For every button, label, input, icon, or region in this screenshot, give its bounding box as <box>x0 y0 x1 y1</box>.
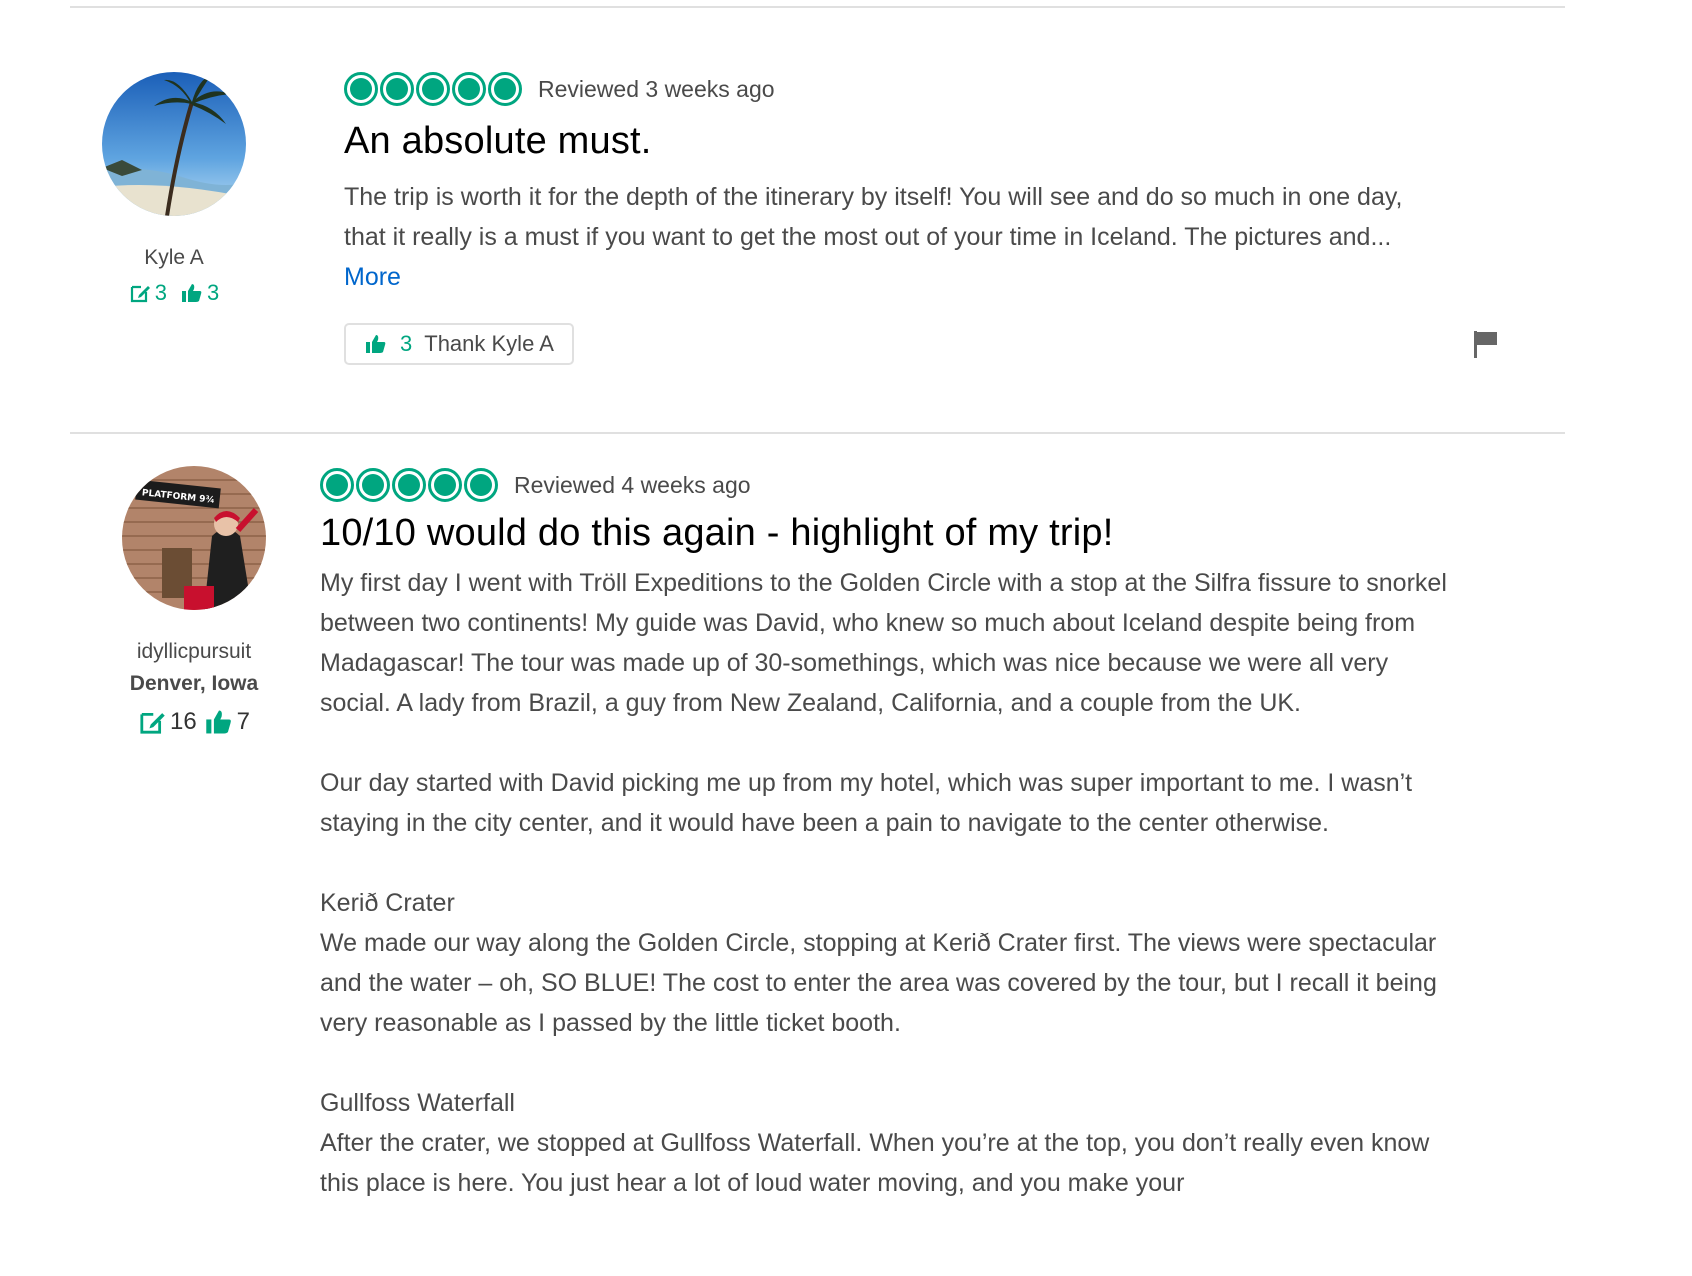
thank-count: 3 <box>400 331 413 356</box>
review-paragraph: Our day started with David picking me up… <box>320 769 1413 837</box>
helpful-votes-stat[interactable]: 7 <box>205 708 250 736</box>
reviewer-username[interactable]: idyllicpursuit <box>112 640 276 664</box>
avatar[interactable] <box>102 72 246 216</box>
helpful-votes-count: 3 <box>207 280 220 305</box>
review-date: Reviewed 3 weeks ago <box>538 75 775 102</box>
section-text: After the crater, we stopped at Gullfoss… <box>320 1129 1430 1197</box>
rating-bubble <box>380 72 414 106</box>
more-link[interactable]: More <box>344 263 401 291</box>
section-heading: Gullfoss Waterfall <box>320 1089 515 1117</box>
reviewer-profile: PLATFORM 9¾ idyllicpursuit Denver, Iowa <box>112 466 276 736</box>
review-meta: Reviewed 3 weeks ago <box>344 72 1424 106</box>
rating-bubble <box>416 72 450 106</box>
review-meta: Reviewed 4 weeks ago <box>320 468 1450 502</box>
rating-bubble <box>428 468 462 502</box>
section-paragraph: Gullfoss Waterfall After the crater, we … <box>320 1083 1450 1203</box>
helpful-votes-stat[interactable]: 3 <box>181 280 219 306</box>
divider <box>70 432 1565 434</box>
review-content: Reviewed 3 weeks ago An absolute must. T… <box>344 72 1424 365</box>
review-title[interactable]: 10/10 would do this again - highlight of… <box>320 512 1450 555</box>
review-date: Reviewed 4 weeks ago <box>514 471 751 498</box>
edit-review-icon <box>140 712 165 734</box>
thumbs-up-icon <box>182 284 202 302</box>
review-content: Reviewed 4 weeks ago 10/10 would do this… <box>320 468 1450 1203</box>
review-title[interactable]: An absolute must. <box>344 120 1424 163</box>
reviewer-profile: Kyle A 3 3 <box>102 72 246 306</box>
rating-bubble <box>488 72 522 106</box>
rating-bubble <box>392 468 426 502</box>
rating-bubble <box>344 72 378 106</box>
review-body-text: The trip is worth it for the depth of th… <box>344 183 1403 251</box>
contributions-stat[interactable]: 16 <box>138 708 197 736</box>
thumbs-up-icon <box>205 710 231 734</box>
contributions-stat[interactable]: 3 <box>129 280 167 306</box>
beach-palm-photo <box>102 72 246 216</box>
section-paragraph: Kerið Crater We made our way along the G… <box>320 883 1450 1043</box>
review-paragraph: My first day I went with Tröll Expeditio… <box>320 569 1447 717</box>
reviewer-stats: 16 7 <box>112 708 276 736</box>
contributions-count: 3 <box>154 280 167 305</box>
divider-top <box>70 6 1565 8</box>
rating-bubble <box>356 468 390 502</box>
rating-bubble <box>320 468 354 502</box>
reviewer-stats: 3 3 <box>102 280 246 306</box>
thumbs-up-icon <box>366 335 386 353</box>
review-body: The trip is worth it for the depth of th… <box>344 177 1424 297</box>
section-heading: Kerið Crater <box>320 889 455 917</box>
thank-label: Thank Kyle A <box>424 331 554 356</box>
avatar[interactable]: PLATFORM 9¾ <box>122 466 266 610</box>
edit-review-icon <box>130 285 150 303</box>
platform-photo: PLATFORM 9¾ <box>122 466 266 610</box>
review-body: My first day I went with Tröll Expeditio… <box>320 563 1450 1203</box>
reviews-page: Kyle A 3 3 Reviewed 3 weeks ago An absol… <box>0 0 1692 1276</box>
thank-button[interactable]: 3 Thank Kyle A <box>344 323 574 365</box>
contributions-count: 16 <box>169 708 197 735</box>
rating-bubble <box>464 468 498 502</box>
reviewer-hometown: Denver, Iowa <box>129 672 259 695</box>
flag-icon[interactable] <box>1473 330 1499 363</box>
rating-bubble <box>452 72 486 106</box>
bubble-rating <box>320 468 498 502</box>
bubble-rating <box>344 72 522 106</box>
section-text: We made our way along the Golden Circle,… <box>320 929 1437 1037</box>
reviewer-username[interactable]: Kyle A <box>102 246 246 270</box>
helpful-votes-count: 7 <box>236 708 251 735</box>
